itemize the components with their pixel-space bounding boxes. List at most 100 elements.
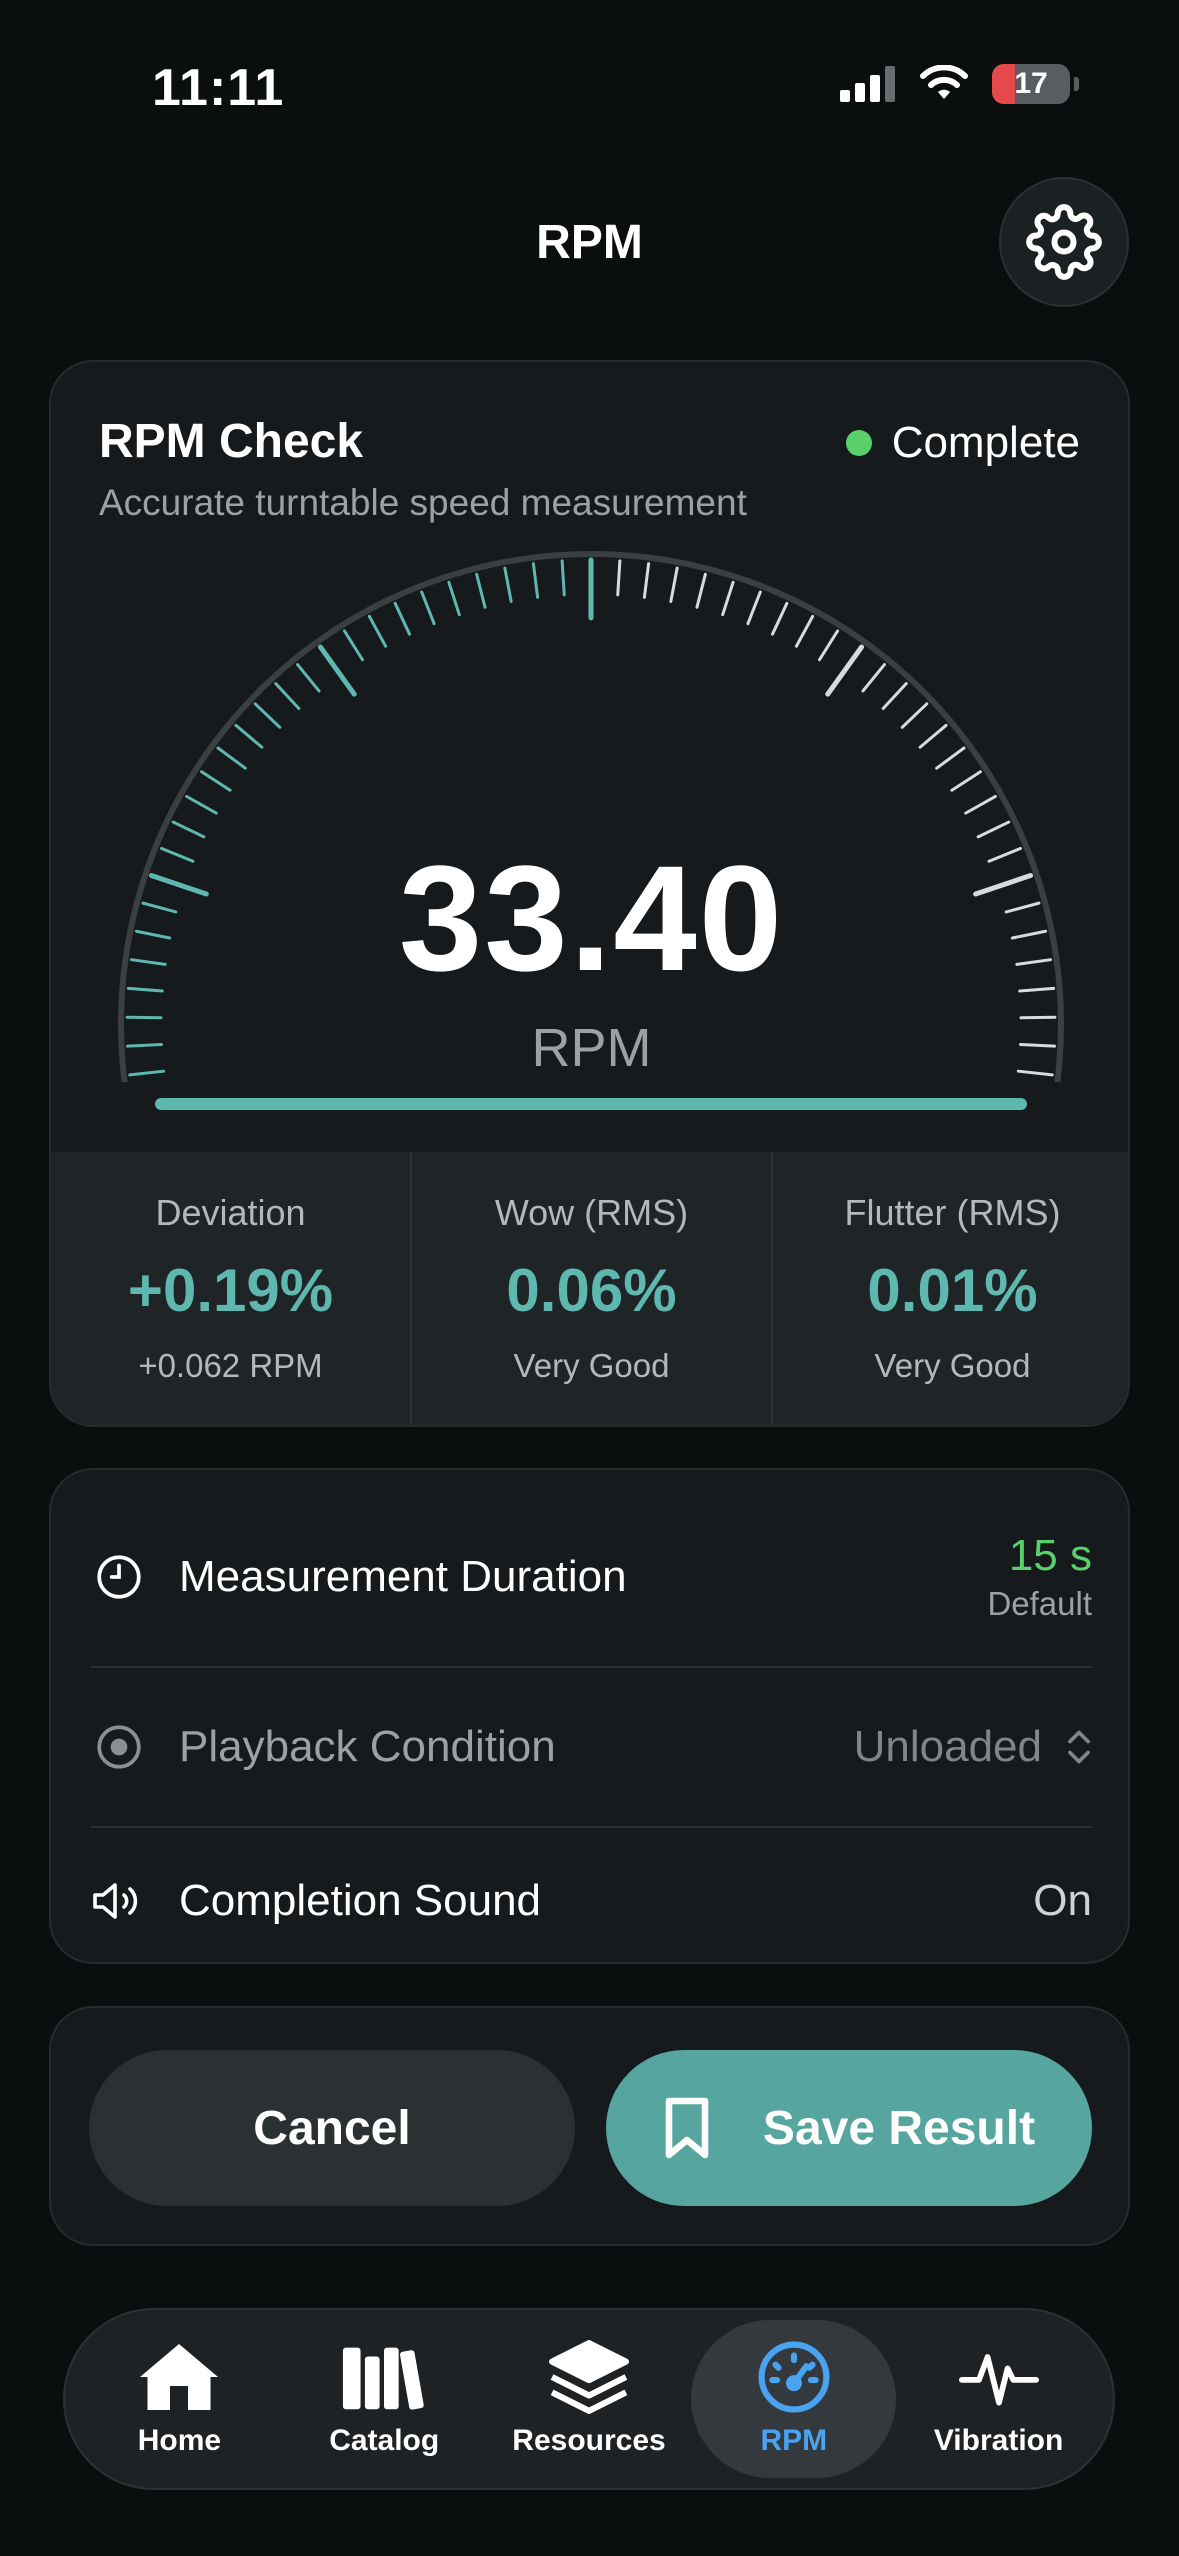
completion-sound-row[interactable]: Completion Sound On bbox=[91, 1846, 1092, 1956]
row-label: Measurement Duration bbox=[179, 1552, 627, 1601]
home-icon bbox=[140, 2344, 219, 2410]
wifi-icon bbox=[920, 65, 968, 99]
metric-sub: +0.062 RPM bbox=[138, 1347, 323, 1384]
gauge-tick bbox=[616, 559, 622, 597]
gauge-tick bbox=[475, 572, 487, 609]
sound-value[interactable]: On bbox=[1033, 1876, 1092, 1926]
metric-deviation: Deviation +0.19% +0.062 RPM bbox=[51, 1152, 412, 1425]
bookmark-icon bbox=[665, 2097, 709, 2159]
action-card: Cancel Save Result bbox=[49, 2006, 1130, 2246]
gauge-tick bbox=[669, 566, 679, 603]
playback-value: Unloaded bbox=[853, 1722, 1042, 1771]
settings-button[interactable] bbox=[999, 177, 1129, 307]
divider bbox=[91, 1826, 1092, 1828]
gauge-tick bbox=[253, 702, 282, 729]
gauge-tick bbox=[950, 770, 982, 792]
battery-level: 17 bbox=[1014, 67, 1048, 100]
gauge-tick bbox=[964, 794, 997, 815]
duration-value: 15 s bbox=[1008, 1531, 1092, 1580]
gauge-tick bbox=[216, 746, 247, 770]
metric-label: Flutter (RMS) bbox=[844, 1192, 1061, 1233]
row-label: Completion Sound bbox=[179, 1876, 542, 1925]
save-result-button[interactable]: Save Result bbox=[606, 2050, 1092, 2206]
gauge-tick bbox=[794, 614, 815, 648]
tab-label: RPM bbox=[760, 2424, 828, 2457]
gauge-tick bbox=[642, 562, 651, 599]
measurement-settings-card: Measurement Duration 15 s Default Playba… bbox=[49, 1468, 1130, 1964]
gauge-tick bbox=[342, 629, 364, 662]
metric-label: Deviation bbox=[155, 1192, 306, 1233]
rpm-value: 33.40 bbox=[398, 834, 785, 1002]
tab-label: Home bbox=[137, 2424, 222, 2457]
gauge-tick bbox=[825, 644, 865, 697]
metric-value: +0.19% bbox=[127, 1257, 334, 1324]
metrics-panel: Deviation +0.19% +0.062 RPM Wow (RMS) 0.… bbox=[51, 1152, 1128, 1425]
metric-sub: Very Good bbox=[874, 1347, 1031, 1384]
tab-label: Catalog bbox=[329, 2424, 440, 2457]
gauge-tick bbox=[393, 601, 412, 636]
gauge-tick bbox=[695, 572, 707, 609]
gauge-tick bbox=[531, 562, 540, 599]
tab-rpm[interactable]: RPM bbox=[691, 2320, 897, 2478]
gauge-tick bbox=[900, 702, 929, 729]
measurement-duration-row[interactable]: Measurement Duration 15 s Default bbox=[91, 1522, 1092, 1632]
status-badge: Complete bbox=[845, 418, 1080, 468]
gauge-tick bbox=[420, 590, 436, 626]
gauge-tick bbox=[746, 590, 762, 626]
gauge-tick bbox=[200, 770, 232, 792]
status-dot bbox=[845, 430, 872, 456]
playback-select[interactable]: Unloaded bbox=[854, 1722, 1092, 1772]
gauge-tick bbox=[234, 723, 264, 749]
status-time: 11:11 bbox=[152, 59, 285, 117]
gauge-tick bbox=[770, 601, 789, 636]
gear-icon bbox=[1026, 204, 1102, 280]
battery-icon: 17 bbox=[992, 64, 1070, 104]
duration-value-group: 15 s Default bbox=[987, 1531, 1092, 1623]
duration-default-label: Default bbox=[987, 1585, 1092, 1622]
gauge-tick bbox=[274, 682, 301, 710]
metric-label: Wow (RMS) bbox=[494, 1192, 689, 1233]
gauge-tick bbox=[861, 663, 886, 693]
tab-bar: Home Catalog Resources RPM Vibration bbox=[63, 2308, 1115, 2490]
speaker-icon bbox=[91, 1873, 147, 1929]
gauge-tick bbox=[721, 580, 735, 617]
books-icon bbox=[343, 2347, 424, 2410]
metric-flutter: Flutter (RMS) 0.01% Very Good bbox=[773, 1152, 1128, 1425]
gauge-tick bbox=[447, 580, 461, 617]
gauge-tick bbox=[881, 682, 908, 710]
tab-catalog[interactable]: Catalog bbox=[282, 2320, 487, 2478]
cancel-button[interactable]: Cancel bbox=[89, 2050, 575, 2206]
gauge-tick bbox=[560, 559, 566, 597]
rpm-check-card: RPM Check Complete Accurate turntable sp… bbox=[49, 360, 1130, 1427]
divider bbox=[91, 1666, 1092, 1668]
metric-sub: Very Good bbox=[513, 1347, 670, 1384]
chevron-up-down-icon bbox=[1068, 1730, 1090, 1764]
speedometer-icon bbox=[758, 2341, 830, 2413]
tab-resources[interactable]: Resources bbox=[487, 2320, 692, 2478]
tab-home[interactable]: Home bbox=[77, 2320, 282, 2478]
tab-vibration[interactable]: Vibration bbox=[896, 2320, 1101, 2478]
gauge-tick bbox=[317, 644, 357, 697]
gauge-tick bbox=[367, 614, 388, 648]
rpm-progress-bar bbox=[155, 1098, 1027, 1110]
gauge-tick bbox=[935, 746, 966, 770]
battery-tip bbox=[1074, 77, 1079, 91]
tab-label: Vibration bbox=[933, 2424, 1064, 2457]
rpm-unit: RPM bbox=[531, 1018, 652, 1078]
status-text: Complete bbox=[891, 418, 1080, 467]
metric-value: 0.01% bbox=[867, 1257, 1038, 1324]
card-title: RPM Check bbox=[99, 415, 364, 468]
gauge-tick bbox=[918, 723, 948, 749]
radio-target-icon bbox=[91, 1719, 147, 1775]
gauge-tick bbox=[818, 629, 840, 662]
save-result-label: Save Result bbox=[762, 2101, 1036, 2155]
tab-label: Resources bbox=[512, 2424, 666, 2457]
gauge-tick bbox=[296, 663, 321, 693]
metric-value: 0.06% bbox=[506, 1257, 677, 1324]
layers-icon bbox=[548, 2340, 629, 2414]
cellular-signal-icon bbox=[840, 66, 895, 102]
metric-wow: Wow (RMS) 0.06% Very Good bbox=[412, 1152, 773, 1425]
playback-condition-row[interactable]: Playback Condition Unloaded bbox=[91, 1692, 1092, 1802]
status-bar: 11:11 17 bbox=[0, 0, 1179, 170]
gauge-tick bbox=[503, 566, 513, 603]
